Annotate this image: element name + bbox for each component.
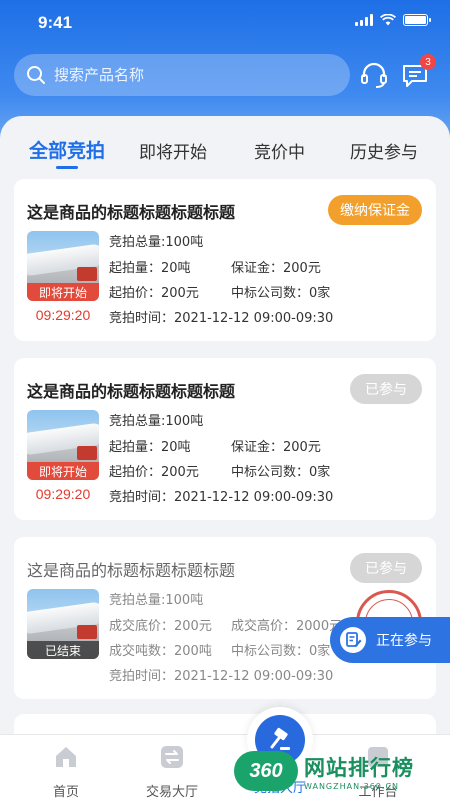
final-high-price: 成交高价：2000元 [231, 619, 343, 634]
tabbar-label: 首页 [52, 785, 79, 800]
signal-icon [355, 14, 373, 26]
status-icons [355, 14, 431, 26]
tab-history[interactable]: 历史参与 [350, 138, 418, 163]
starting-price: 起拍价：200元 [109, 465, 199, 480]
deposit-amount: 保证金：200元 [231, 440, 321, 455]
starting-quantity: 起拍量：20吨 [109, 261, 191, 276]
customer-service-button[interactable] [359, 60, 389, 90]
product-image: 已结束 [27, 589, 99, 659]
watermark-url: WANGZHAN.360.CN [304, 781, 400, 791]
total-quantity: 竞拍总量:100吨 [109, 414, 204, 429]
status-badge: 即将开始 [27, 283, 99, 301]
watermark-logo: 360 [234, 751, 298, 791]
message-badge: 3 [420, 54, 436, 70]
starting-price: 起拍价：200元 [109, 286, 199, 301]
final-low-price: 成交底价：200元 [109, 619, 212, 634]
winning-companies: 中标公司数：0家 [231, 286, 331, 301]
card-title: 这是商品的标题标题标题标题 [27, 203, 236, 222]
starting-quantity: 起拍量：20吨 [109, 440, 191, 455]
participating-label: 正在参与 [376, 633, 432, 649]
auction-time: 竞拍时间：2021-12-12 09:00-09:30 [109, 311, 334, 326]
winning-companies: 中标公司数：0家 [231, 644, 331, 659]
auction-card[interactable]: 这是商品的标题标题标题标题 已参与 即将开始 09:29:20 竞拍总量:100… [14, 358, 436, 520]
tab-bar: 全部竞拍 即将开始 竞价中 历史参与 [0, 118, 450, 170]
total-quantity: 竞拍总量:100吨 [109, 235, 204, 250]
auction-time: 竞拍时间：2021-12-12 09:00-09:30 [109, 490, 334, 505]
card-title: 这是商品的标题标题标题标题 [27, 561, 236, 580]
auction-card[interactable]: 这是商品的标题标题标题标题 缴纳保证金 即将开始 09:29:20 竞拍总量:1… [14, 179, 436, 341]
participating-button[interactable]: 正在参与 [330, 617, 450, 663]
battery-icon [403, 14, 431, 26]
headset-icon [361, 62, 387, 88]
total-quantity: 竞拍总量:100吨 [109, 593, 204, 608]
winning-companies: 中标公司数：0家 [231, 465, 331, 480]
tabbar-label: 交易大厅 [145, 785, 198, 800]
search-bar[interactable] [14, 54, 350, 96]
search-icon [27, 66, 45, 84]
status-badge: 即将开始 [27, 462, 99, 480]
countdown-timer: 09:29:20 [35, 486, 91, 502]
active-tab-indicator [56, 166, 78, 169]
joined-badge: 已参与 [350, 553, 422, 583]
status-bar: 9:41 [0, 0, 450, 44]
edit-document-icon [340, 627, 366, 653]
tab-bidding[interactable]: 竞价中 [254, 138, 305, 163]
status-time: 9:41 [38, 13, 73, 32]
pay-deposit-button[interactable]: 缴纳保证金 [328, 195, 422, 225]
auction-time: 竞拍时间：2021-12-12 09:00-09:30 [109, 669, 334, 684]
tabbar-trading-hall[interactable]: 交易大厅 [127, 735, 217, 800]
status-badge: 已结束 [27, 641, 99, 659]
tab-all-auctions[interactable]: 全部竞拍 [29, 136, 105, 163]
tabbar-home[interactable]: 首页 [21, 735, 111, 800]
exchange-icon [161, 746, 183, 768]
deposit-amount: 保证金：200元 [231, 261, 321, 276]
card-title: 这是商品的标题标题标题标题 [27, 382, 236, 401]
watermark-text: 网站排行榜 [304, 755, 414, 780]
home-icon [56, 747, 76, 767]
product-image: 即将开始 [27, 231, 99, 301]
watermark: 360 网站排行榜 WANGZHAN.360.CN [234, 742, 450, 800]
wifi-icon [380, 14, 396, 26]
countdown-timer: 09:29:20 [35, 307, 91, 323]
search-input[interactable] [54, 66, 324, 84]
messages-button[interactable]: 3 [400, 54, 436, 90]
tab-upcoming[interactable]: 即将开始 [139, 138, 207, 163]
final-tonnage: 成交吨数：200吨 [109, 644, 212, 659]
product-image: 即将开始 [27, 410, 99, 480]
joined-badge: 已参与 [350, 374, 422, 404]
